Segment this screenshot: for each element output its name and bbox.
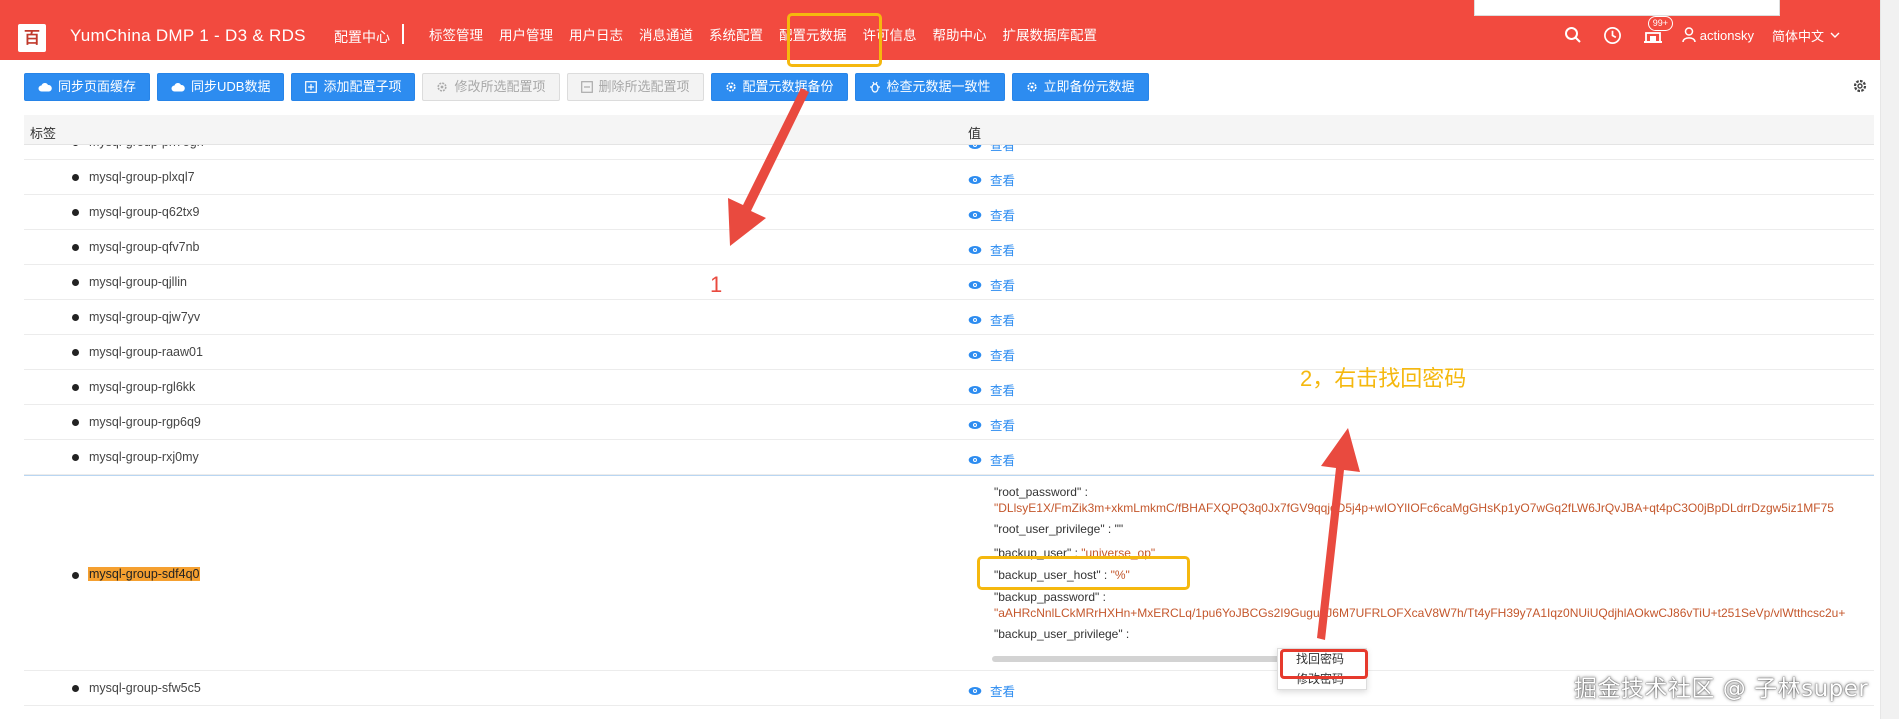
annotation-arrows [728,88,1360,640]
annotation-step-2: 2，右击找回密码 [1300,366,1467,391]
annotation-step-1: 1 [710,272,723,297]
arrow-2-icon [1317,428,1360,640]
window-scrollbar[interactable] [1880,0,1899,719]
highlight-box-recover-password [1280,649,1368,679]
page: { "header": { "app_title": "YumChina DMP… [0,0,1899,719]
watermark: 掘金技术社区 @ 子林super [1574,676,1869,702]
arrow-1-icon [728,88,809,246]
